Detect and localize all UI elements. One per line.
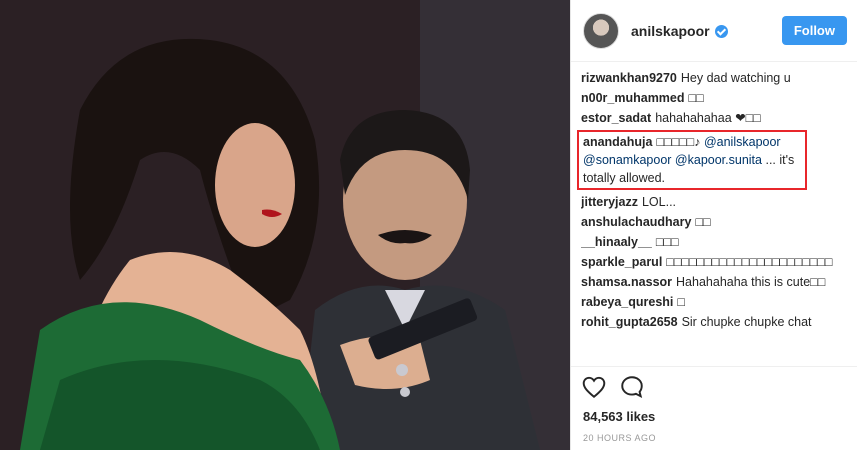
action-bar [571,366,857,406]
mention-link[interactable]: @kapoor.sunita [675,153,762,167]
highlighted-comment: anandahuja □□□□□♪ @anilskapoor @sonamkapo… [577,130,807,190]
post-photo[interactable] [0,0,570,450]
comment-text: □□□ [655,235,679,249]
comment-item: rizwankhan9270 Hey dad watching u [581,68,847,88]
comment-item: rohit_gupta2658 Sir chupke chupke chat [581,312,847,332]
comment-item: jitteryjazz LOL... [581,192,847,212]
comment-username[interactable]: rohit_gupta2658 [581,315,678,329]
follow-button[interactable]: Follow [781,16,847,45]
comment-username[interactable]: estor_sadat [581,111,651,125]
post-timestamp: 20 HOURS AGO [583,433,657,443]
comment-item: n00r_muhammed □□ [581,88,847,108]
mention-link[interactable]: @sonamkapoor [583,153,671,167]
comment-text: LOL... [641,195,677,209]
comment-text: hahahahahaa ❤□□ [655,111,761,125]
verified-badge-icon [714,25,728,38]
comment-text: Hahahahaha this is cute□□ [676,275,826,289]
comment-username[interactable]: n00r_muhammed [581,91,685,105]
comment-username[interactable]: rabeya_qureshi [581,295,673,309]
comment-username[interactable]: rizwankhan9270 [581,71,677,85]
comment-item: sparkle_parul □□□□□□□□□□□□□□□□□□□□□□ [581,252,847,272]
instagram-post: anilskapoor Follow rizwankhan9270 Hey dad… [0,0,857,450]
comment-text: □□□□□□□□□□□□□□□□□□□□□□ [666,255,833,269]
comment-text: □ [677,295,685,309]
photo-illustration [0,0,570,450]
post-sidebar: anilskapoor Follow rizwankhan9270 Hey dad… [570,0,857,450]
speech-bubble-icon[interactable] [619,374,645,400]
comment-username[interactable]: __hinaaly__ [581,235,652,249]
comment-username[interactable]: sparkle_parul [581,255,662,269]
avatar[interactable] [583,12,619,49]
post-header: anilskapoor Follow [571,0,857,62]
comment-text: Hey dad watching u [680,71,791,85]
comment-text: Sir chupke chupke chat [681,315,812,329]
like-count[interactable]: 84,563 likes [571,406,857,428]
comment-username[interactable]: shamsa.nassor [581,275,672,289]
comment-item: shamsa.nassor Hahahahaha this is cute□□ [581,272,847,292]
comment-item: __hinaaly__ □□□ [581,232,847,252]
comment-username[interactable]: anandahuja [583,135,652,149]
comment-text: □□ [688,91,704,105]
heart-icon[interactable] [581,374,607,400]
comment-item: rabeya_qureshi □ [581,292,847,312]
comment-username[interactable]: anshulachaudhary [581,215,691,229]
comment-text: □□ [695,215,711,229]
comment-list: rizwankhan9270 Hey dad watching u n00r_mu… [571,62,857,366]
post-username[interactable]: anilskapoor [631,23,710,39]
mention-link[interactable]: @anilskapoor [704,135,781,149]
comment-text: □□□□□♪ [656,135,701,149]
comment-item: estor_sadat hahahahahaa ❤□□ [581,108,847,128]
comment-username[interactable]: jitteryjazz [581,195,638,209]
comment-item: anshulachaudhary □□ [581,212,847,232]
